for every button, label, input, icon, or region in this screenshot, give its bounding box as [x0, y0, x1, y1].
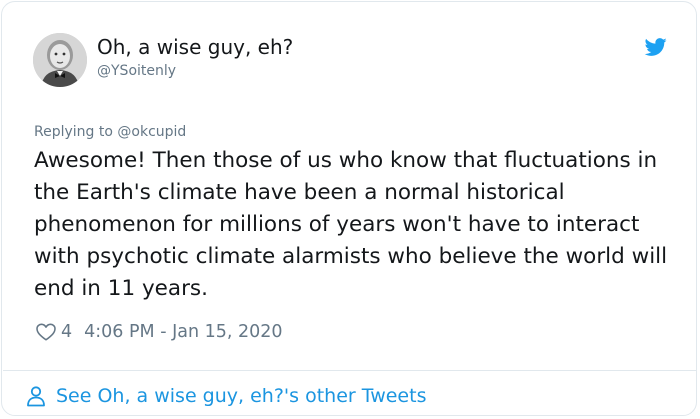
- twitter-bird-icon[interactable]: [643, 36, 669, 58]
- replying-to: Replying to @okcupid: [34, 123, 186, 141]
- replying-to-label: Replying to: [34, 124, 118, 140]
- avatar-image: [33, 33, 87, 87]
- heart-icon[interactable]: [35, 321, 57, 343]
- like-count[interactable]: 4: [61, 322, 72, 342]
- see-other-tweets-link[interactable]: See Oh, a wise guy, eh?'s other Tweets: [24, 382, 426, 410]
- tweet-card: Oh, a wise guy, eh? @YSoitenly Replying …: [1, 1, 697, 416]
- tweet-timestamp[interactable]: 4:06 PM - Jan 15, 2020: [84, 322, 282, 342]
- avatar[interactable]: [33, 33, 87, 87]
- person-icon: [27, 386, 45, 407]
- author-handle[interactable]: @YSoitenly: [97, 62, 176, 80]
- divider: [3, 370, 697, 371]
- reply-mention-link[interactable]: @okcupid: [117, 124, 186, 140]
- tweet-text: Awesome! Then those of us who know that …: [34, 148, 668, 301]
- tweet-meta: 4 4:06 PM - Jan 15, 2020: [35, 320, 283, 344]
- see-other-tweets-label[interactable]: See Oh, a wise guy, eh?'s other Tweets: [56, 385, 426, 407]
- author-name[interactable]: Oh, a wise guy, eh?: [97, 35, 293, 59]
